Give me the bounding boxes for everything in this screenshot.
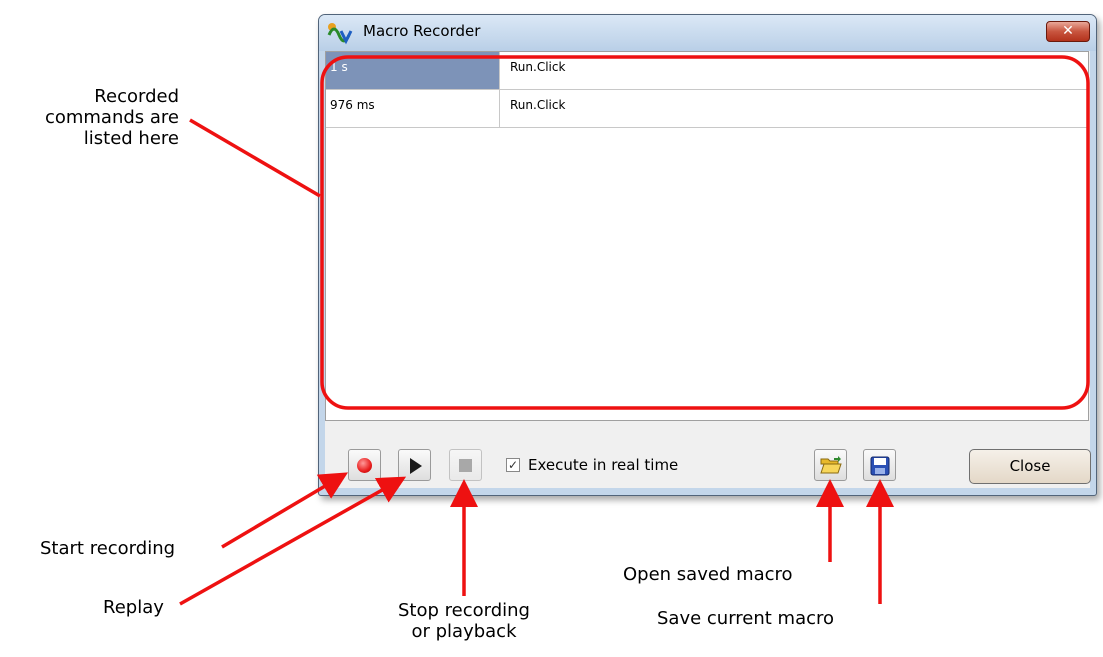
stop-icon bbox=[459, 459, 472, 472]
window-close-button[interactable]: ✕ bbox=[1046, 21, 1090, 42]
stop-button[interactable] bbox=[449, 449, 482, 481]
command-name: Run.Click bbox=[510, 98, 566, 112]
command-time: 976 ms bbox=[326, 90, 500, 127]
macro-app-icon bbox=[327, 21, 353, 45]
window-client-area: 1 s Run.Click 976 ms Run.Click ✓ Execute… bbox=[325, 51, 1091, 488]
list-note: Recorded commands are listed here bbox=[45, 86, 179, 149]
close-icon: ✕ bbox=[1062, 23, 1074, 39]
floppy-disk-icon bbox=[870, 456, 890, 480]
replay-button[interactable] bbox=[398, 449, 431, 481]
play-icon bbox=[410, 458, 422, 474]
save-macro-button[interactable] bbox=[863, 449, 896, 481]
stop-note: Stop recording or playback bbox=[380, 600, 548, 642]
realtime-label[interactable]: Execute in real time bbox=[528, 456, 678, 474]
macro-recorder-window: Macro Recorder ✕ 1 s Run.Click 976 ms Ru… bbox=[318, 14, 1097, 496]
close-button[interactable]: Close bbox=[969, 449, 1091, 484]
save-macro-note: Save current macro bbox=[657, 608, 835, 629]
start-recording-button[interactable] bbox=[348, 449, 381, 481]
replay-arrow bbox=[179, 476, 407, 606]
record-icon bbox=[357, 458, 372, 473]
replay-note: Replay bbox=[103, 597, 164, 618]
list-item[interactable]: 1 s Run.Click bbox=[326, 52, 1088, 90]
open-macro-note: Open saved macro bbox=[623, 564, 793, 585]
realtime-checkbox[interactable]: ✓ bbox=[506, 458, 520, 472]
list-note-line: listed here bbox=[83, 128, 179, 149]
open-macro-button[interactable] bbox=[814, 449, 847, 481]
list-item[interactable]: 976 ms Run.Click bbox=[326, 90, 1088, 128]
command-name: Run.Click bbox=[510, 60, 566, 74]
command-list[interactable]: 1 s Run.Click 976 ms Run.Click bbox=[325, 51, 1089, 421]
open-folder-icon bbox=[820, 456, 842, 478]
window-title: Macro Recorder bbox=[363, 22, 481, 40]
list-note-line: commands are bbox=[44, 107, 179, 128]
stop-note-line: or playback bbox=[411, 621, 517, 642]
list-arrow bbox=[189, 118, 321, 198]
command-time: 1 s bbox=[326, 52, 500, 89]
stop-note-line: Stop recording bbox=[398, 600, 530, 621]
title-bar[interactable]: Macro Recorder ✕ bbox=[319, 15, 1096, 51]
start-recording-note: Start recording bbox=[40, 538, 176, 559]
list-note-line: Recorded bbox=[94, 86, 179, 107]
